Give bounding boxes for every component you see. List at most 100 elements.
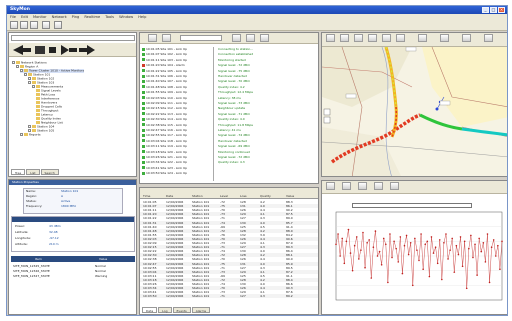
filter-input[interactable]	[180, 35, 222, 41]
filter-icon[interactable]	[260, 34, 269, 42]
close-button[interactable]: ×	[498, 7, 505, 13]
data-point	[366, 242, 368, 244]
open-icon[interactable]	[20, 21, 28, 29]
back-arrow-icon[interactable]	[13, 45, 31, 55]
col-value[interactable]: Value	[286, 194, 294, 199]
col-quality[interactable]: Quality	[260, 194, 271, 199]
refresh-icon[interactable]	[232, 34, 241, 42]
event-row[interactable]: 10:01:07 Site 102 - Link Up	[142, 52, 213, 56]
minimize-button[interactable]: _	[482, 7, 489, 13]
print-map-icon[interactable]	[484, 34, 493, 42]
menu-ping[interactable]: Ping	[72, 15, 80, 19]
zoom-in-icon[interactable]	[326, 34, 335, 42]
event-row[interactable]: 10:01:11 Site 103 - Link Up	[142, 58, 213, 62]
select-icon[interactable]	[368, 34, 377, 42]
menu-help[interactable]: Help	[138, 15, 146, 19]
col-loss[interactable]: Loss	[240, 194, 247, 199]
stop-icon[interactable]	[49, 47, 56, 53]
menu-tools[interactable]: Tools	[105, 15, 114, 19]
chart-properties-icon[interactable]	[326, 182, 335, 190]
tree-item[interactable]: Reports	[20, 133, 41, 137]
station-select[interactable]	[11, 35, 135, 41]
event-row[interactable]: 10:01:55 Site 109 - Link Up	[142, 90, 213, 94]
event-row[interactable]: 10:02:30 Site 114 - Link Up	[142, 117, 213, 121]
sites-icon[interactable]	[440, 34, 449, 42]
col-time[interactable]: Time	[143, 194, 150, 199]
col-date[interactable]: Date	[166, 194, 173, 199]
event-row[interactable]: 10:01:48 Site 108 - Link Up	[142, 85, 213, 89]
col-level[interactable]: Level	[220, 194, 228, 199]
disconnect-icon[interactable]	[162, 34, 171, 42]
event-row[interactable]: 10:03:41 Site 123 - Link Up	[142, 166, 213, 170]
tab-log[interactable]: Log	[158, 307, 172, 313]
event-row[interactable]: 10:01:31 Site 106 - Link Up	[142, 74, 213, 78]
save-icon[interactable]	[30, 21, 38, 29]
event-row[interactable]: 10:02:22 Site 113 - Link Up	[142, 112, 213, 116]
data-table-body: 10:01:05 12/04/2006 Station 101 -72 128 4.2 88…	[140, 200, 318, 300]
chart-setup-icon[interactable]	[390, 182, 399, 190]
event-row[interactable]: 10:02:15 Site 112 - Link Up	[142, 106, 213, 110]
play-icon[interactable]	[35, 46, 45, 54]
tab-events[interactable]: Events	[172, 307, 191, 313]
event-row[interactable]: 10:02:09 Site 111 - Link Up	[142, 101, 213, 105]
event-row[interactable]: 10:02:55 Site 117 - Link Up	[142, 133, 213, 137]
status-icon	[142, 171, 145, 175]
event-row[interactable]: 10:01:05 Site 101 - Link Up	[142, 47, 213, 51]
pan-icon[interactable]	[354, 34, 363, 42]
chart-print-icon[interactable]	[374, 182, 383, 190]
chart-refresh-icon[interactable]	[358, 182, 367, 190]
event-row[interactable]: 10:03:34 Site 122 - Link Up	[142, 160, 213, 164]
settings-icon[interactable]	[54, 21, 62, 29]
new-icon[interactable]	[10, 21, 18, 29]
tab-tree[interactable]: Tree	[11, 169, 26, 175]
data-point	[416, 249, 418, 251]
menu-edit[interactable]: Edit	[21, 15, 28, 19]
menu-file[interactable]: File	[10, 15, 16, 19]
event-row[interactable]: 10:01:40 Site 107 - Link Up	[142, 79, 213, 83]
chart-export-icon[interactable]	[342, 182, 351, 190]
event-row[interactable]: 10:03:04 Site 118 - Link Up	[142, 139, 213, 143]
menu-realtime[interactable]: Realtime	[84, 15, 100, 19]
measure-icon[interactable]	[382, 34, 391, 42]
maximize-button[interactable]: □	[490, 7, 497, 13]
data-point	[385, 243, 387, 246]
event-row[interactable]: 10:03:18 Site 120 - Link Up	[142, 150, 213, 154]
tab-alarms[interactable]: Alarms	[191, 307, 211, 313]
message-row: Quality index: 4.2	[218, 84, 245, 89]
legend-icon[interactable]	[462, 34, 471, 42]
status-icon	[142, 101, 145, 105]
connect-icon[interactable]	[148, 34, 157, 42]
event-row[interactable]: 10:02:03 Site 110 - Link Up	[142, 96, 213, 100]
data-point	[372, 246, 375, 248]
event-row[interactable]: 10:03:26 Site 121 - Link Up	[142, 155, 213, 159]
layers-icon[interactable]	[396, 34, 405, 42]
menu-window[interactable]: Window	[119, 15, 133, 19]
tab-search[interactable]: Search	[40, 169, 59, 175]
zoom-out-icon[interactable]	[340, 34, 349, 42]
event-row[interactable]: 10:02:38 Site 115 - Link Up	[142, 123, 213, 127]
tab-list[interactable]: List	[26, 169, 40, 175]
print-icon[interactable]	[42, 21, 50, 29]
event-row[interactable]: 10:01:22 Site 105 - Link Up	[142, 69, 213, 73]
data-point	[355, 236, 358, 238]
menu-monitor[interactable]: Monitor	[33, 15, 47, 19]
data-point	[389, 233, 391, 235]
col-station[interactable]: Station	[192, 194, 203, 199]
export-icon[interactable]	[246, 34, 255, 42]
table-row[interactable]: 10:03:50 12/04/2006 Station 101 -71 127 4.3 89…	[140, 294, 318, 299]
data-point	[457, 253, 460, 256]
coverage-map[interactable]	[322, 47, 508, 177]
event-row[interactable]: 10:03:50 Site 124 - Link Up	[142, 171, 213, 175]
data-point	[349, 252, 352, 254]
event-row[interactable]: 10:02:47 Site 116 - Link Up	[142, 128, 213, 132]
status-table-header: Item Value	[11, 256, 135, 262]
route-icon[interactable]	[418, 34, 427, 42]
menu-network[interactable]: Network	[52, 15, 67, 19]
record-icon[interactable]	[61, 45, 77, 55]
tab-data[interactable]: Data	[142, 307, 158, 313]
forward-arrow-icon[interactable]	[79, 45, 95, 55]
prop-value: Active	[61, 199, 71, 203]
signal-chart[interactable]	[322, 194, 508, 315]
event-row[interactable]: 10:01:20 Site 104 - Alarm	[142, 63, 213, 67]
event-row[interactable]: 10:03:11 Site 119 - Link Up	[142, 144, 213, 148]
